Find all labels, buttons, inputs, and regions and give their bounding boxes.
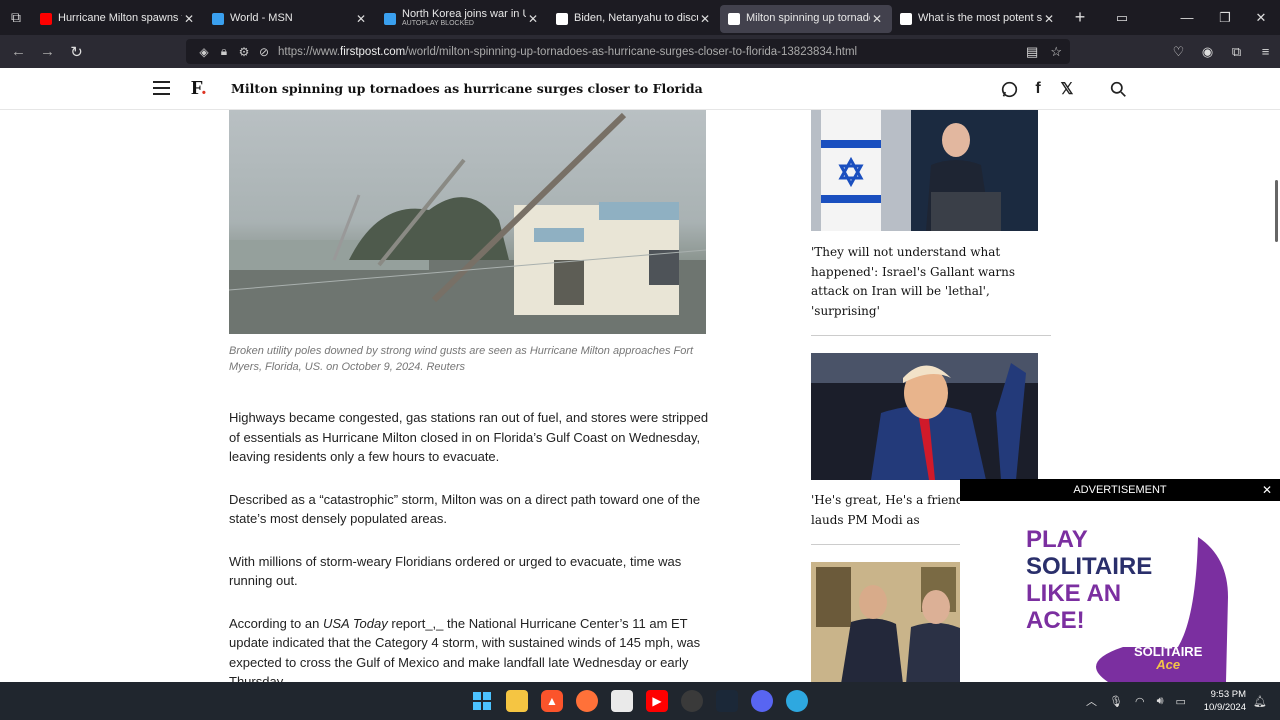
paragraph-2: Described as a “catastrophic” storm, Mil… [229,491,701,527]
nav-bar: ← → ↻ ◈ 🔒︎ ⚙ ⊘ https://www.firstpost.com… [0,35,1280,68]
windows-start-icon[interactable] [471,690,493,712]
tab-title: Biden, Netanyahu to discuss t [574,13,698,24]
tab-title: North Korea joins war in Ukrai [402,9,526,20]
clock[interactable]: 9:53 PM 10/9/2024 [1204,688,1246,714]
browser-tab[interactable]: World - MSN ✕ [204,5,376,33]
tab-title: World - MSN [230,13,293,24]
story-thumbnail-1[interactable] [811,110,1038,231]
wifi-icon[interactable]: ◠ [1135,695,1145,708]
youtube-icon [40,12,52,25]
permissions-icon[interactable]: ⚙ [234,45,254,59]
reload-icon[interactable]: ↻ [62,35,91,68]
bookmark-star-icon[interactable]: ☆ [1050,44,1062,60]
forward-icon[interactable]: → [33,35,62,68]
volume-icon[interactable]: 🔊︎ [1157,695,1164,708]
system-tray: ︿ 🎙︎ ◠ 🔊︎ ▭ [1086,682,1186,720]
tab-subtitle: AUTOPLAY BLOCKED [402,20,474,27]
new-tab-icon[interactable]: + [1064,7,1096,28]
tab-list: Hurricane Milton spawns torn✕World - MSN… [32,3,1064,33]
minimize-icon[interactable]: — [1168,0,1206,35]
whatsapp-icon[interactable] [999,79,1019,99]
msn-icon [384,12,396,25]
paragraph-4: According to an USA Today report_,_ the … [229,615,701,690]
tab-strip: ⧉ Hurricane Milton spawns torn✕World - M… [0,0,1280,35]
close-window-icon[interactable]: ✕ [1242,0,1280,35]
account-icon[interactable]: ◉ [1193,44,1222,60]
discord-icon[interactable] [751,690,773,712]
browser-tab[interactable]: North Korea joins war in UkraiAUTOPLAY B… [376,5,548,33]
firefox-icon[interactable] [576,690,598,712]
url-text[interactable]: https://www.firstpost.com/world/milton-s… [278,46,857,58]
site-header: F. Milton spinning up tornadoes as hurri… [0,68,1280,110]
close-tab-icon[interactable]: ✕ [698,12,712,26]
close-tab-icon[interactable]: ✕ [182,12,196,26]
msn-icon [212,12,224,25]
extensions-icon[interactable]: ⧉ [1222,44,1251,60]
tab-title: Hurricane Milton spawns torn [58,13,182,24]
close-tab-icon[interactable]: ✕ [526,12,540,26]
tab-title: Milton spinning up tornadoes [746,13,870,24]
calculator-icon[interactable] [611,690,633,712]
firstpost-icon [728,12,740,25]
obs-icon[interactable] [681,690,703,712]
divider [811,335,1051,336]
toolbar-right: ♡ ◉ ⧉ ≡ [1164,35,1280,68]
tab-manager-icon[interactable]: ▭ [1103,0,1141,35]
ad-header: ADVERTISEMENT ✕ [960,479,1280,501]
hamburger-menu-icon[interactable] [153,81,170,95]
lock-icon[interactable]: 🔒︎ [214,44,234,59]
steam-icon[interactable] [716,690,738,712]
tray-expand-icon[interactable]: ︿ [1086,693,1097,709]
paragraph-1: Highways became congested, gas stations … [229,410,709,464]
brave-browser-icon[interactable]: ▲ [541,690,563,712]
ad-brand-logo: SOLITAIRE Ace [1134,644,1203,672]
browser-tab[interactable]: What is the most potent sourc✕ [892,5,1064,33]
scrollbar-thumb[interactable] [1275,180,1278,242]
menu-icon[interactable]: ≡ [1251,44,1280,59]
chatgpt-icon [900,12,912,25]
notification-bell-icon[interactable]: 🔔︎ [1253,682,1267,720]
firstpost-logo[interactable]: F. [191,77,206,100]
youtube-app-icon[interactable]: ▶ [646,690,668,712]
advertisement[interactable]: ADVERTISEMENT ✕ PLAY SOLITAIRE LIKE AN A… [960,479,1280,682]
paragraph-3: With millions of storm-weary Floridians … [229,553,682,589]
taskbar: ▲ ▶ ︿ 🎙︎ ◠ 🔊︎ ▭ 9:53 PM 10/9/2024 🔔︎ [0,682,1280,720]
facebook-icon[interactable]: f [1028,79,1048,99]
close-tab-icon[interactable]: ✕ [870,12,884,26]
file-explorer-icon[interactable] [506,690,528,712]
maximize-icon[interactable]: ❐ [1206,0,1244,35]
search-icon[interactable] [1108,79,1128,99]
usa-today-link[interactable]: USA Today [323,616,388,631]
battery-icon[interactable]: ▭ [1176,695,1186,708]
header-headline: Milton spinning up tornadoes as hurrican… [231,81,703,96]
shield-icon[interactable]: ◈ [194,45,214,59]
browser-tab[interactable]: Milton spinning up tornadoes✕ [720,4,892,33]
ad-close-icon[interactable]: ✕ [1262,479,1272,501]
close-tab-icon[interactable]: ✕ [354,12,368,26]
url-bar[interactable]: ◈ 🔒︎ ⚙ ⊘ https://www.firstpost.com/world… [186,39,1070,64]
close-tab-icon[interactable]: ✕ [1042,12,1056,26]
pocket-icon[interactable]: ♡ [1164,44,1193,60]
image-caption: Broken utility poles downed by strong wi… [229,345,694,373]
back-icon[interactable]: ← [4,35,33,68]
edge-icon[interactable] [786,690,808,712]
x-twitter-icon[interactable]: 𝕏 [1057,79,1077,99]
browser-tab[interactable]: Biden, Netanyahu to discuss t✕ [548,5,720,33]
ad-slogan: PLAY SOLITAIRE LIKE AN ACE! [1026,526,1153,634]
browser-tab[interactable]: Hurricane Milton spawns torn✕ [32,5,204,33]
story-thumbnail-2[interactable] [811,353,1038,480]
story-thumbnail-3[interactable] [811,562,960,684]
hero-image [229,110,706,334]
reader-view-icon[interactable]: ▤ [1026,44,1038,60]
firstpost-icon [556,12,568,25]
microphone-icon[interactable]: 🎙︎ [1109,695,1123,708]
tab-title: What is the most potent sourc [918,13,1042,24]
article-body: Broken utility poles downed by strong wi… [229,110,709,692]
autoplay-blocked-icon[interactable]: ⊘ [254,45,274,59]
story-title-1[interactable]: 'They will not understand what happened'… [811,243,1046,321]
tab-overview-icon[interactable]: ⧉ [0,0,32,35]
